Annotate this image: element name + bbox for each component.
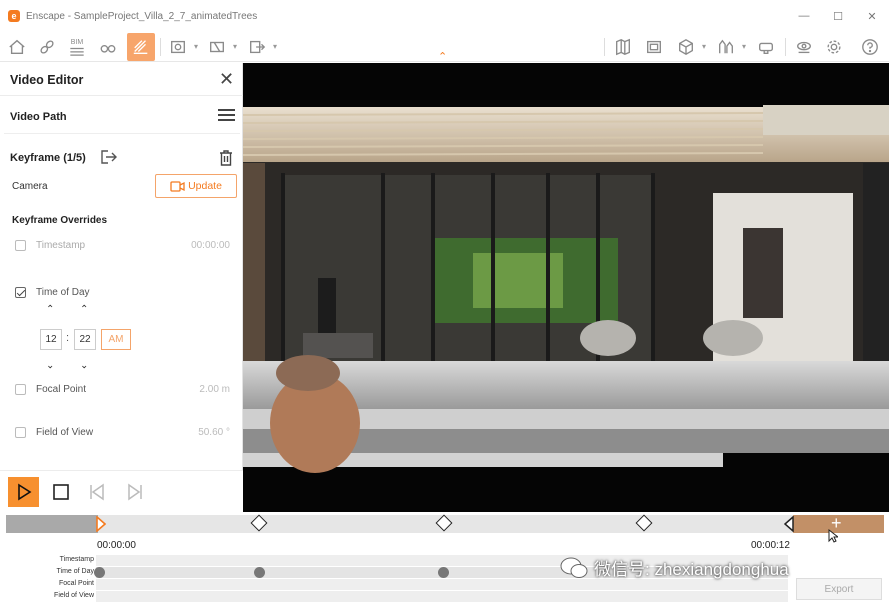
video-path-section: Video Path xyxy=(4,98,240,134)
watermark: 微信号: zhexiangdonghua xyxy=(560,555,789,580)
minimize-icon[interactable]: — xyxy=(787,0,821,32)
enscape-logo-icon: e xyxy=(8,10,20,22)
batch-render-icon[interactable] xyxy=(206,36,228,58)
update-label: Update xyxy=(188,180,222,192)
collapse-toolbar-icon[interactable]: ⌃ xyxy=(438,50,447,63)
update-camera-button[interactable]: Update xyxy=(155,174,237,198)
asset-library-icon[interactable] xyxy=(643,36,665,58)
wechat-icon xyxy=(560,557,588,578)
menu-icon[interactable] xyxy=(218,106,235,124)
playback-controls xyxy=(0,470,243,512)
time-separator: : xyxy=(66,332,70,344)
stop-icon xyxy=(53,484,69,500)
window-title: Enscape - SampleProject_Villa_2_7_animat… xyxy=(26,10,258,22)
settings-icon[interactable] xyxy=(823,36,845,58)
chevron-down-icon[interactable]: ▾ xyxy=(233,42,237,51)
hour-input[interactable]: 12 xyxy=(40,329,62,350)
toolbar-divider xyxy=(604,38,605,56)
material-icon[interactable] xyxy=(675,36,697,58)
villa-render-image xyxy=(243,63,889,512)
hour-up-icon[interactable]: ⌃ xyxy=(46,304,54,315)
video-editor-panel: Video Editor ✕ Video Path Keyframe (1/5)… xyxy=(0,63,243,470)
previous-keyframe-button[interactable] xyxy=(85,480,109,504)
mouse-cursor-icon xyxy=(828,529,838,543)
time-of-day-keyframe-dot[interactable] xyxy=(438,567,449,578)
subtrack-label-field-of-view: Field of View xyxy=(54,592,94,599)
subtrack-label-timestamp: Timestamp xyxy=(59,556,94,563)
field-of-view-label: Field of View xyxy=(36,427,94,438)
minute-input[interactable]: 22 xyxy=(74,329,96,350)
timeline: + 00:00:00 00:00:12 Timestamp Time of Da… xyxy=(0,512,889,608)
render-viewport[interactable] xyxy=(243,63,889,512)
focal-point-checkbox[interactable] xyxy=(15,384,26,395)
timestamp-value: 00:00:00 xyxy=(191,240,230,251)
keyframe-overrides-label: Keyframe Overrides xyxy=(12,215,108,226)
chevron-down-icon[interactable]: ▾ xyxy=(742,42,746,51)
video-path-label: Video Path xyxy=(10,111,67,123)
camera-label: Camera xyxy=(12,181,48,192)
keyframe-label: Keyframe (1/5) xyxy=(10,152,86,164)
panel-title: Video Editor xyxy=(10,73,84,87)
subtrack-label-focal-point: Focal Point xyxy=(58,580,94,587)
chevron-down-icon[interactable]: ▾ xyxy=(194,42,198,51)
toolbar-divider xyxy=(785,38,786,56)
chevron-down-icon[interactable]: ▾ xyxy=(702,42,706,51)
time-of-day-label: Time of Day xyxy=(36,287,90,298)
bim-icon[interactable]: BIM xyxy=(66,36,88,58)
field-of-view-value: 50.60 ° xyxy=(198,427,230,438)
map-icon[interactable] xyxy=(612,36,634,58)
toolbar-divider xyxy=(160,38,161,56)
bim-label: BIM xyxy=(70,38,84,46)
end-time: 00:00:12 xyxy=(751,540,790,551)
subtrack-label-time-of-day: Time of Day xyxy=(56,568,94,575)
binoculars-icon[interactable] xyxy=(97,36,119,58)
site-context-icon[interactable] xyxy=(715,36,737,58)
close-icon[interactable]: ✕ xyxy=(219,69,234,90)
timeline-progress xyxy=(6,515,98,533)
skip-back-icon xyxy=(90,483,104,501)
time-of-day-keyframe-dot[interactable] xyxy=(94,567,105,578)
focal-point-value: 2.00 m xyxy=(199,384,230,395)
subtrack-field-of-view[interactable] xyxy=(96,591,788,602)
am-pm-toggle[interactable]: AM xyxy=(101,329,131,350)
skip-forward-icon xyxy=(128,483,142,501)
playhead-icon[interactable] xyxy=(96,516,106,532)
field-of-view-checkbox[interactable] xyxy=(15,427,26,438)
minute-down-icon[interactable]: ⌃ xyxy=(80,358,88,369)
next-keyframe-button[interactable] xyxy=(123,480,147,504)
home-icon[interactable] xyxy=(6,36,28,58)
export-button[interactable]: Export xyxy=(796,578,882,600)
timestamp-label: Timestamp xyxy=(36,240,86,251)
title-bar: e Enscape - SampleProject_Villa_2_7_anim… xyxy=(0,0,889,32)
timestamp-checkbox[interactable] xyxy=(15,240,26,251)
hour-down-icon[interactable]: ⌃ xyxy=(46,358,54,369)
chevron-down-icon[interactable]: ▾ xyxy=(273,42,277,51)
start-time: 00:00:00 xyxy=(97,540,136,551)
time-of-day-checkbox[interactable] xyxy=(15,287,26,298)
export-icon[interactable] xyxy=(246,36,268,58)
help-icon[interactable] xyxy=(859,36,881,58)
play-button[interactable] xyxy=(8,477,39,507)
watermark-text: 微信号: zhexiangdonghua xyxy=(594,560,789,579)
link-icon[interactable] xyxy=(36,36,58,58)
maximize-icon[interactable]: ☐ xyxy=(821,0,855,32)
video-camera-icon xyxy=(170,180,185,192)
play-icon xyxy=(17,483,31,501)
main-toolbar: BIM ▾ ▾ ▾ ⌃ ▾ ▾ xyxy=(0,32,889,63)
time-of-day-keyframe-dot[interactable] xyxy=(254,567,265,578)
subtrack-focal-point[interactable] xyxy=(96,579,788,590)
panel-header: Video Editor ✕ xyxy=(0,63,243,96)
exit-keyframe-icon[interactable] xyxy=(100,149,118,165)
screenshot-icon[interactable] xyxy=(167,36,189,58)
minute-up-icon[interactable]: ⌃ xyxy=(80,304,88,315)
window-controls: — ☐ ✕ xyxy=(787,0,889,32)
vr-headset-icon[interactable] xyxy=(755,36,777,58)
close-window-icon[interactable]: ✕ xyxy=(855,0,889,32)
stop-button[interactable] xyxy=(49,480,73,504)
focal-point-label: Focal Point xyxy=(36,384,87,395)
video-editor-icon[interactable] xyxy=(127,33,155,61)
trash-icon[interactable] xyxy=(219,149,233,166)
view-icon[interactable] xyxy=(793,36,815,58)
end-keyframe-marker[interactable] xyxy=(784,516,794,532)
